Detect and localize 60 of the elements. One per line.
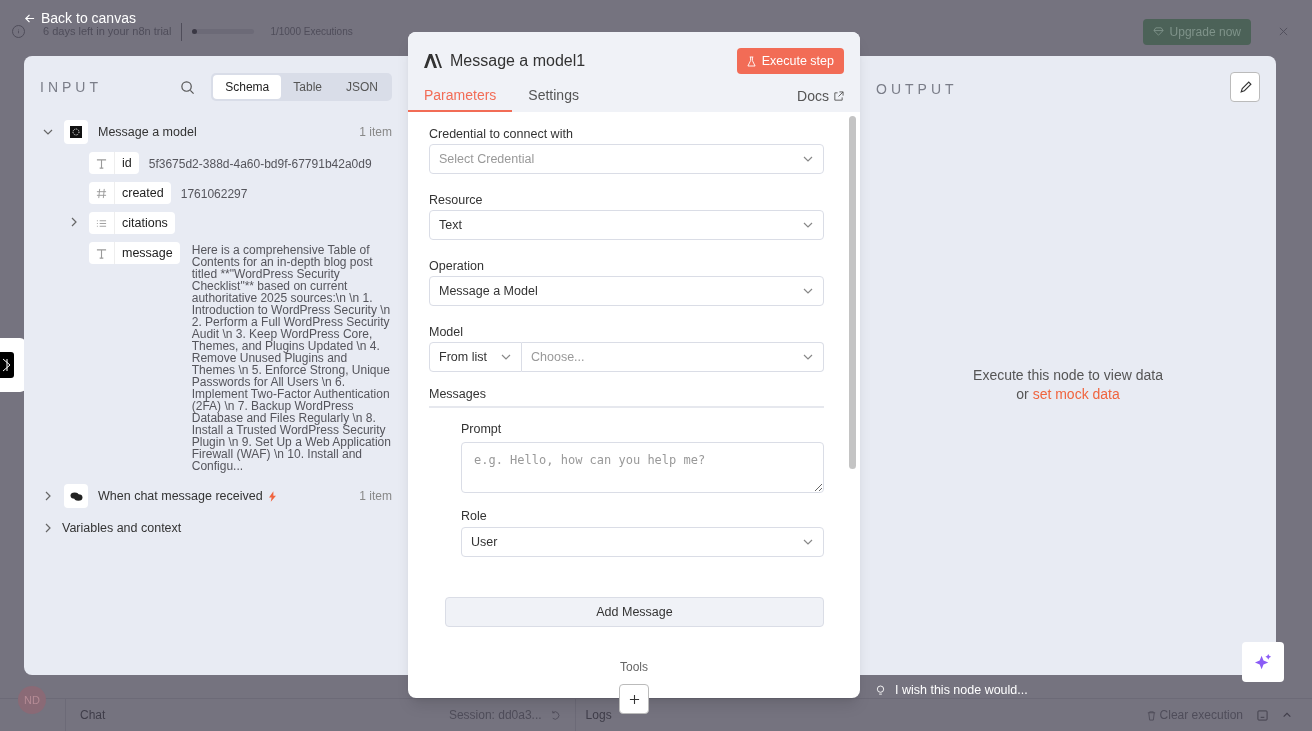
view-tab[interactable]: Schema bbox=[213, 75, 282, 99]
field-label: Prompt bbox=[461, 421, 503, 438]
field-key: citations bbox=[115, 213, 175, 233]
tools-label: Tools bbox=[620, 659, 648, 676]
field-value: 1761062297 bbox=[180, 186, 248, 203]
field-label: Operation bbox=[429, 258, 485, 275]
plus-icon bbox=[628, 693, 640, 705]
view-tab[interactable]: JSON bbox=[334, 75, 390, 99]
select-field[interactable]: Select Credential bbox=[429, 144, 824, 174]
panel-title: INPUT bbox=[40, 77, 102, 97]
empty-state-text: Execute this node to view data bbox=[973, 366, 1163, 385]
add-message-button[interactable]: Add Message bbox=[445, 597, 824, 627]
feedback-prompt: I wish this node would... bbox=[895, 682, 1028, 699]
edit-button[interactable] bbox=[1230, 72, 1260, 102]
ai-assistant-button[interactable] bbox=[1242, 642, 1284, 682]
node-name: When chat message received bbox=[98, 487, 263, 505]
mode-select[interactable]: From list bbox=[429, 342, 522, 372]
field-label: Model bbox=[429, 324, 465, 341]
search-icon[interactable] bbox=[180, 79, 196, 95]
prompt-textarea[interactable]: e.g. Hello, how can you help me? bbox=[461, 442, 824, 493]
usage-bar bbox=[192, 29, 255, 34]
select-field[interactable]: User bbox=[461, 527, 824, 557]
panel-tab[interactable]: Settings bbox=[512, 80, 595, 112]
sparkle-icon bbox=[1253, 652, 1273, 672]
field-key: created bbox=[115, 183, 171, 203]
execute-step-button[interactable]: Execute step bbox=[736, 48, 844, 74]
lightbulb-icon bbox=[876, 684, 885, 696]
node-name: Message a model bbox=[98, 123, 197, 141]
select-field[interactable]: Text bbox=[429, 210, 824, 240]
scrollbar[interactable] bbox=[849, 116, 856, 469]
field-key: message bbox=[115, 243, 180, 263]
select-field[interactable]: Message a Model bbox=[429, 276, 824, 306]
field-value: 5f3675d2-388d-4a60-bd9f-67791b42a0d9 bbox=[148, 156, 372, 173]
field-label: Role bbox=[461, 508, 488, 525]
back-link[interactable]: Back to canvas bbox=[24, 12, 136, 25]
field-value: Here is a comprehensive Table of Contents for an in-depth blog post titled **"WordPress Security Checklist"** based on current authoritative 2025 sources:\n \n 1. Introduction to WordPress Security \n 2. Perform a Full WordPress Security Audit \n 3. Keep WordPress Core, Themes, and Plugins Updated \n 4. Remove Unused Plugins and Themes \n 5. Enforce Strong, Unique Passwords for All Users \n 6. Implement Two-Factor Authentication (2FA) \n 7. Backup WordPress Database and Files Regularly \n 8. Install a Trusted WordPress Security Plugin \n 9. Set Up a Web Application Firewall (WAF) \n 10. Install and Configu... bbox=[191, 244, 392, 472]
arrow-left-icon bbox=[24, 13, 35, 24]
pencil-icon bbox=[1238, 80, 1252, 94]
model-icon bbox=[70, 126, 82, 138]
logo-icon bbox=[424, 54, 442, 68]
flask-icon bbox=[746, 55, 756, 67]
select-field[interactable]: Choose... bbox=[522, 342, 824, 372]
item-count: 1 item bbox=[359, 488, 392, 505]
field-label: Resource bbox=[429, 192, 484, 209]
section-label: Messages bbox=[429, 384, 824, 408]
node-icon[interactable] bbox=[0, 352, 14, 378]
trash-icon bbox=[1145, 709, 1157, 721]
node-title: Message a model1 bbox=[450, 51, 586, 71]
external-link-icon bbox=[833, 90, 844, 102]
empty-state-text: or bbox=[1016, 385, 1029, 404]
chat-bubbles-icon bbox=[69, 490, 83, 502]
section-label: Variables and context bbox=[62, 519, 182, 537]
panel-title: OUTPUT bbox=[876, 80, 958, 99]
view-tab[interactable]: Table bbox=[281, 75, 334, 99]
docs-link[interactable]: Docs bbox=[797, 80, 844, 112]
field-key: id bbox=[115, 153, 139, 173]
field-label: Credential to connect with bbox=[429, 126, 574, 143]
gem-icon bbox=[1152, 26, 1164, 37]
item-count: 1 item bbox=[359, 124, 392, 141]
add-tool-button[interactable] bbox=[619, 684, 649, 714]
